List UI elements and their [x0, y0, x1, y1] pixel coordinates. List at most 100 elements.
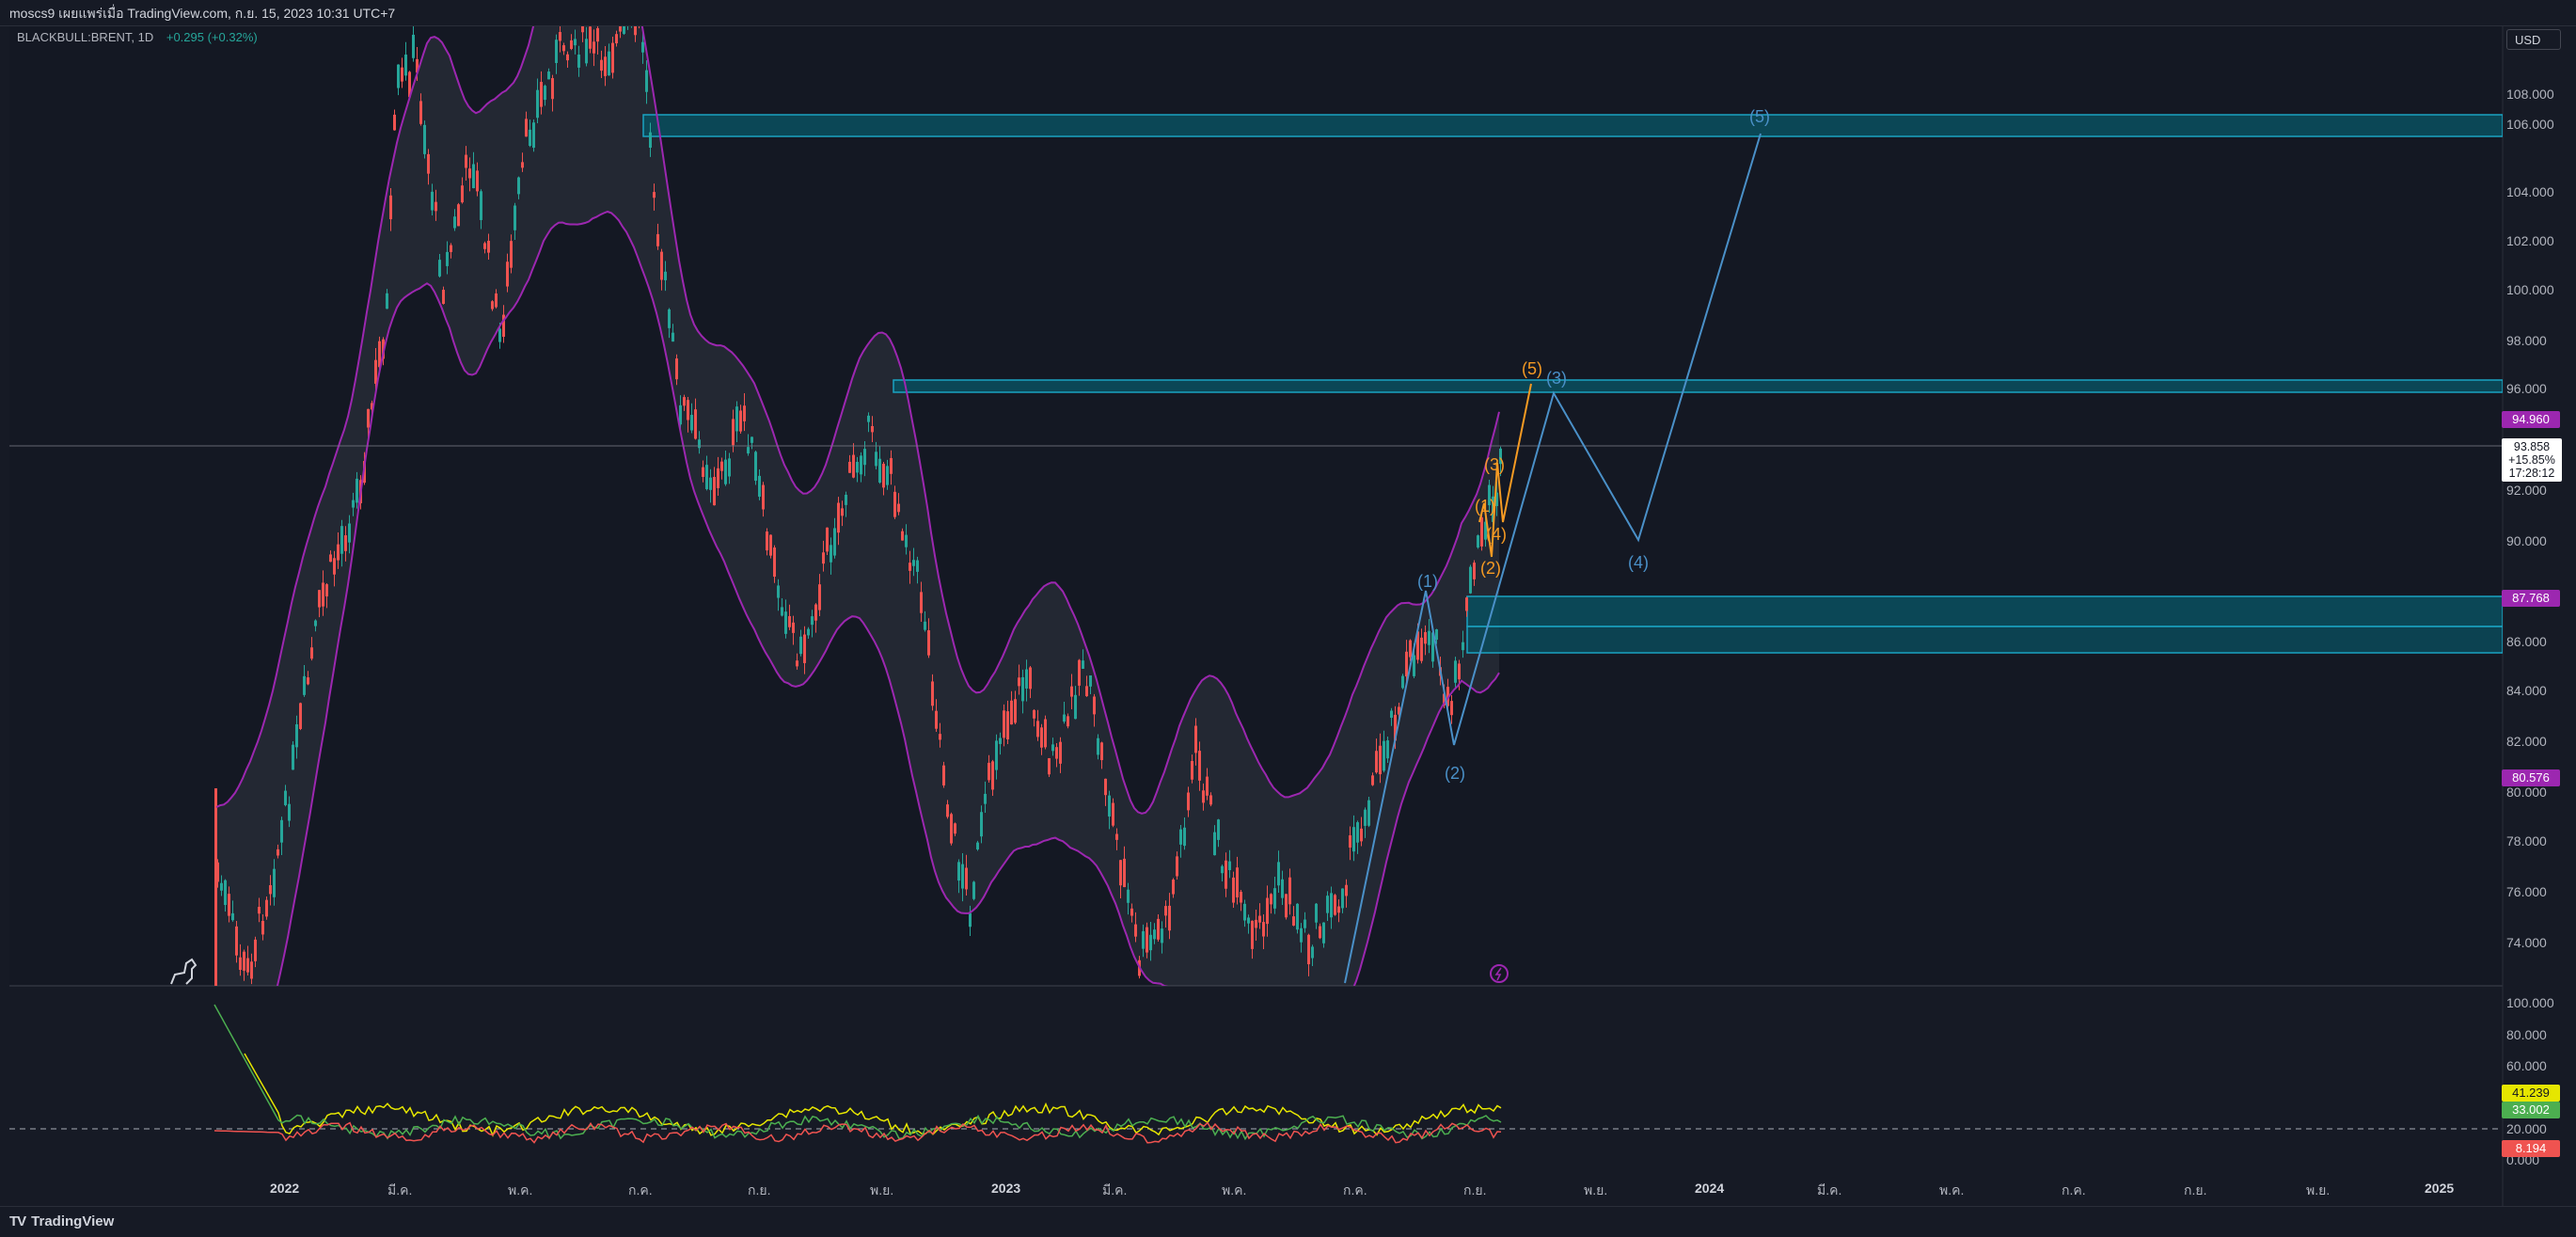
indicator-yellow-line[interactable]: [244, 1053, 1502, 1137]
last-price-value: 93.858: [2513, 440, 2551, 453]
wave-orange-3: (3): [1484, 455, 1505, 474]
candle-body: [931, 681, 934, 706]
time-axis-label: มี.ค.: [1817, 1182, 1842, 1197]
candle-body: [1040, 727, 1043, 748]
candle-body: [1146, 927, 1148, 953]
candle-body: [566, 54, 569, 61]
lightning-icon[interactable]: [1490, 964, 1509, 983]
candle-body: [397, 64, 400, 88]
candle-body: [611, 42, 614, 73]
time-axis-label: ก.ค.: [1343, 1182, 1367, 1197]
candle-body: [277, 848, 279, 856]
candle-body: [480, 191, 482, 220]
candle-body: [401, 67, 403, 82]
candle-body: [1172, 880, 1175, 895]
candle-body: [1304, 919, 1306, 928]
candle-body: [525, 119, 528, 137]
upper-band-price-tag: 94.960: [2502, 411, 2560, 428]
candle-body: [472, 164, 475, 189]
candle-body: [269, 885, 272, 895]
price-axis-label: 84.000: [2506, 683, 2547, 698]
candle-body: [1036, 721, 1039, 737]
time-axis-label: พ.ย.: [1584, 1182, 1608, 1197]
candle-body: [1247, 917, 1250, 924]
candle-body: [1356, 822, 1359, 843]
tradingview-brand[interactable]: TV TradingView: [9, 1213, 114, 1229]
price-axis-label: 74.000: [2506, 935, 2547, 950]
candle-body: [1194, 725, 1197, 753]
candle-body: [1345, 884, 1348, 896]
elliott-wave-blue[interactable]: [1344, 133, 1762, 984]
wave-orange-4: (4): [1486, 525, 1507, 544]
candle-body: [988, 762, 990, 781]
time-axis-label: 2025: [2425, 1181, 2455, 1196]
candle-body: [980, 812, 983, 837]
candle-body: [867, 415, 870, 422]
candle-body: [1465, 597, 1468, 611]
symbol-legend[interactable]: BLACKBULL:BRENT, 1D +0.295 (+0.32%): [17, 30, 258, 44]
candle-body: [1232, 877, 1235, 903]
candle-body: [660, 251, 663, 280]
resistance-zone-106[interactable]: [642, 114, 2503, 137]
support-zone-87[interactable]: [1466, 595, 2503, 627]
support-zone-86[interactable]: [1466, 626, 2503, 654]
candle-body: [799, 636, 802, 655]
candle-body: [878, 458, 881, 483]
candle-body: [1164, 906, 1167, 916]
candle-body: [1266, 897, 1269, 925]
candle-body: [1240, 892, 1242, 903]
candle-body: [777, 585, 780, 598]
candle-body: [431, 191, 434, 211]
price-axis-label: 90.000: [2506, 533, 2547, 548]
time-axis-label: มี.ค.: [387, 1182, 413, 1197]
candle-body: [830, 545, 832, 563]
candle-body: [1157, 918, 1160, 940]
candle-body: [653, 192, 656, 198]
candle-body: [882, 464, 885, 488]
candle-body: [547, 71, 550, 80]
candle-body: [1341, 888, 1344, 909]
candle-body: [946, 804, 949, 817]
time-axis-label: ก.ย.: [2184, 1182, 2207, 1197]
indicator-axis-label: 60.000: [2506, 1058, 2547, 1073]
candle-body: [720, 461, 723, 471]
candle-body: [1202, 790, 1205, 803]
candle-body: [705, 465, 708, 489]
price-axis-label: 104.000: [2506, 184, 2554, 199]
lower-band-price-tag: 80.576: [2502, 769, 2560, 786]
candle-body: [517, 177, 520, 195]
candle-body: [1213, 832, 1216, 856]
candle-body: [1281, 879, 1284, 898]
indicator-axis-label: 100.000: [2506, 995, 2554, 1010]
price-axis-label: 96.000: [2506, 381, 2547, 396]
candle-body: [318, 590, 321, 608]
candle-body: [1198, 751, 1201, 781]
candle-body: [476, 170, 479, 192]
candle-body: [766, 531, 768, 551]
candle-body: [623, 26, 625, 34]
candle-body: [536, 89, 539, 119]
currency-button[interactable]: USD: [2506, 29, 2561, 50]
candle-body: [1379, 745, 1382, 775]
candle-body: [852, 454, 855, 478]
candle-body: [818, 584, 821, 611]
candle-body: [389, 195, 392, 220]
candle-body: [261, 920, 264, 935]
candle-body: [1462, 642, 1464, 651]
candle-body: [739, 410, 742, 432]
candle-body: [1130, 908, 1133, 916]
candle-body: [656, 233, 659, 246]
candle-body: [615, 34, 618, 44]
candle-body: [1003, 710, 1005, 738]
candle-body: [1390, 710, 1393, 719]
candle-body: [465, 154, 467, 168]
candle-body: [950, 814, 953, 844]
resistance-zone-96[interactable]: [893, 379, 2503, 393]
indicator-green-line[interactable]: [213, 1004, 1502, 1141]
candle-body: [788, 615, 791, 627]
candle-body: [314, 620, 317, 626]
candle-body: [1176, 856, 1178, 877]
chart-canvas[interactable]: (1) (2) (3) (4) (5) (1) (2) (3) (4) (5): [0, 0, 2576, 1236]
candle-body: [1014, 699, 1017, 723]
candle-body: [814, 604, 817, 621]
